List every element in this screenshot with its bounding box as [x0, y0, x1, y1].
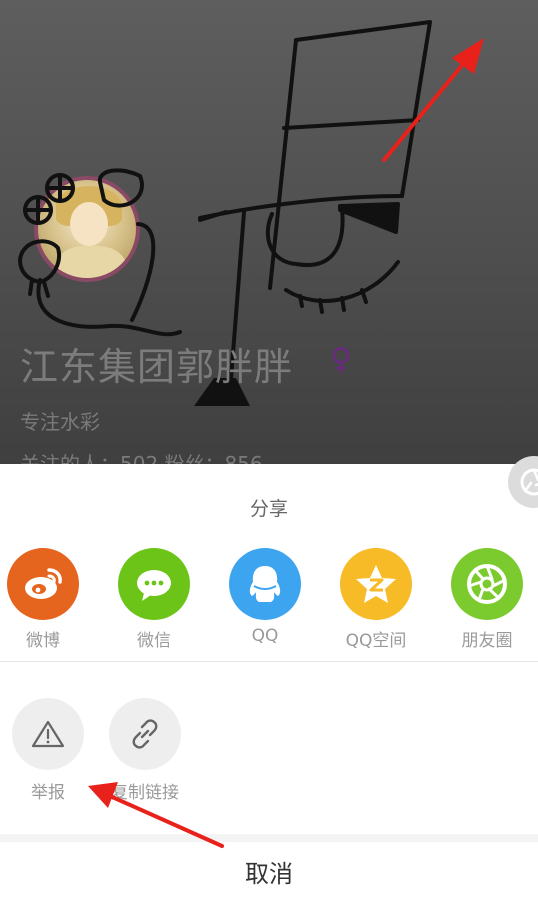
- profile-header: 江东集团郭胖胖 ♀ 专注水彩 关注的人：502 粉丝：856: [0, 0, 538, 466]
- report-button[interactable]: 举报: [0, 698, 98, 803]
- female-icon: ♀: [330, 342, 352, 377]
- avatar-body: [56, 246, 126, 278]
- share-weibo-label: 微博: [26, 631, 60, 651]
- share-weibo-button[interactable]: 微博: [0, 548, 98, 651]
- share-moments-label: 朋友圈: [461, 631, 513, 651]
- link-icon: [109, 698, 181, 770]
- qzone-icon: [340, 548, 412, 620]
- share-wechat-label: 微信: [137, 631, 171, 651]
- qq-icon: [229, 548, 301, 620]
- shutter-icon: [520, 468, 538, 496]
- share-targets: 微博 微信 QQ QQ空间 朋友圈: [0, 548, 538, 658]
- cancel-button[interactable]: 取消: [0, 842, 538, 901]
- report-label: 举报: [31, 783, 65, 803]
- share-sheet-title: 分享: [249, 498, 288, 520]
- avatar: [34, 176, 140, 282]
- copy-link-label: 复制链接: [111, 783, 179, 803]
- profile-nickname: 江东集团郭胖胖: [20, 345, 294, 389]
- share-qq-label: QQ: [251, 626, 279, 646]
- wechat-icon: [118, 548, 190, 620]
- warning-icon: [12, 698, 84, 770]
- profile-bio: 专注水彩: [20, 410, 100, 434]
- share-sheet: 分享 微博 微信 QQ QQ空间 朋友圈 举报 复制链接 取消: [0, 464, 538, 901]
- moments-icon: [451, 548, 523, 620]
- divider: [0, 661, 538, 662]
- share-qzone-button[interactable]: QQ空间: [321, 548, 431, 651]
- copy-link-button[interactable]: 复制链接: [95, 698, 195, 803]
- weibo-icon: [7, 548, 79, 620]
- separator-band: [0, 834, 538, 842]
- share-wechat-button[interactable]: 微信: [99, 548, 209, 651]
- share-qq-button[interactable]: QQ: [210, 548, 320, 648]
- avatar-face: [70, 202, 108, 246]
- share-qzone-label: QQ空间: [345, 631, 407, 651]
- share-moments-button[interactable]: 朋友圈: [432, 548, 538, 651]
